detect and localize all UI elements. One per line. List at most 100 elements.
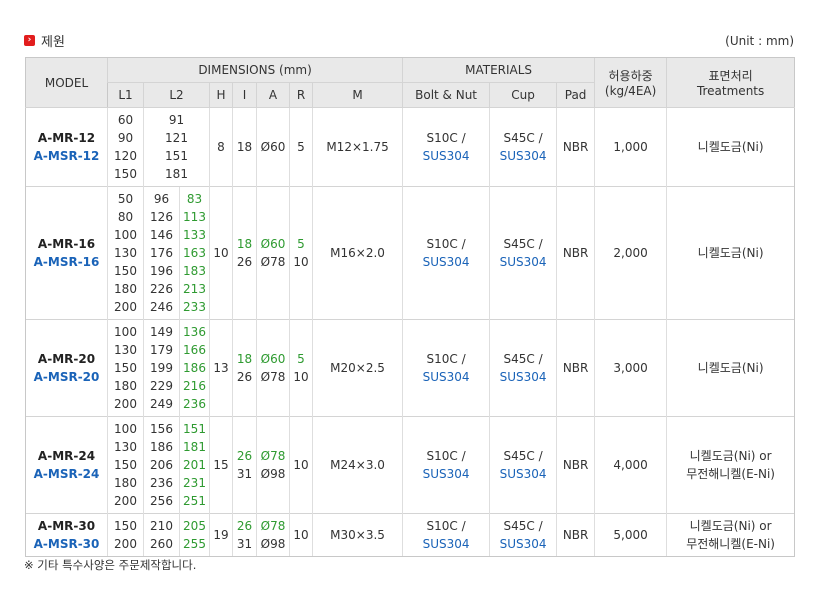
bolt-cell: S10C / SUS304 bbox=[402, 186, 490, 320]
a-value: Ø78 bbox=[260, 370, 286, 384]
l2-value: 186 bbox=[150, 440, 173, 454]
l2-alt-value: 233 bbox=[183, 300, 206, 314]
header-r: R bbox=[289, 82, 313, 108]
h-cell: 15 bbox=[209, 416, 233, 514]
l2-alt-value: 213 bbox=[183, 282, 206, 296]
header-m: M bbox=[311, 82, 403, 108]
header-dimensions: DIMENSIONS (mm) bbox=[106, 57, 403, 83]
l2-value: 256 bbox=[150, 494, 173, 508]
pad-cell: NBR bbox=[556, 319, 595, 417]
l1-value: 180 bbox=[114, 476, 137, 490]
cup-material: S45C / bbox=[503, 131, 543, 145]
pad-cell: NBR bbox=[556, 186, 595, 320]
table-row: A-MR-20 A-MSR-20 100 130 150 180 200 149 179 199 2… bbox=[25, 319, 796, 417]
treatment-cell: 니켈도금(Ni) or 무전해니켈(E-Ni) bbox=[666, 513, 796, 557]
table-row: A-MR-12 A-MSR-12 60 90 120 150 91 121 151 181 8 18 Ø… bbox=[25, 107, 796, 187]
treatment-line: 니켈도금(Ni) or bbox=[689, 449, 772, 463]
model-cell: A-MR-24 A-MSR-24 bbox=[25, 416, 108, 514]
bolt-material-sus: SUS304 bbox=[422, 255, 470, 269]
pad-cell: NBR bbox=[556, 416, 595, 514]
header-cup: Cup bbox=[489, 82, 557, 108]
bolt-cell: S10C / SUS304 bbox=[402, 416, 490, 514]
model-cell: A-MR-30 A-MSR-30 bbox=[25, 513, 108, 557]
load-cell: 4,000 bbox=[594, 416, 667, 514]
cup-material-sus: SUS304 bbox=[499, 537, 547, 551]
l2-value: 146 bbox=[150, 228, 173, 242]
header-i: I bbox=[232, 82, 257, 108]
l1-cell: 50 80 100 130 150 180 200 bbox=[107, 186, 144, 320]
i-value: 26 bbox=[236, 370, 253, 384]
a-cell: Ø60 Ø78 bbox=[256, 186, 290, 320]
section-title-text: 제원 bbox=[41, 35, 65, 50]
cup-cell: S45C / SUS304 bbox=[489, 186, 557, 320]
l2-alt-value: 255 bbox=[183, 537, 206, 551]
m-cell: M30×3.5 bbox=[311, 513, 403, 557]
bolt-material: S10C / bbox=[426, 519, 466, 533]
model-name: A-MR-12 bbox=[37, 131, 96, 145]
bolt-material-sus: SUS304 bbox=[422, 370, 470, 384]
l2-alt-value: 166 bbox=[183, 343, 206, 357]
a-value: Ø60 bbox=[260, 352, 286, 366]
cup-material-sus: SUS304 bbox=[499, 370, 547, 384]
model-name: A-MR-20 bbox=[37, 352, 96, 366]
l2-value: 196 bbox=[150, 264, 173, 278]
l2-cell: 149 179 199 229 249 bbox=[143, 319, 180, 417]
a-value: Ø78 bbox=[260, 519, 286, 533]
treatment-cell: 니켈도금(Ni) bbox=[666, 186, 796, 320]
a-cell: Ø78 Ø98 bbox=[256, 416, 290, 514]
model-name-sus: A-MSR-30 bbox=[33, 537, 100, 551]
header-pad: Pad bbox=[556, 82, 596, 108]
l2-value: 260 bbox=[150, 537, 173, 551]
treatment-line: 무전해니켈(E-Ni) bbox=[686, 467, 775, 481]
l2-value: 236 bbox=[150, 476, 173, 490]
l1-value: 100 bbox=[114, 228, 137, 242]
cup-cell: S45C / SUS304 bbox=[489, 416, 557, 514]
load-cell: 5,000 bbox=[594, 513, 667, 557]
header-model: MODEL bbox=[25, 57, 108, 108]
l1-cell: 100 130 150 180 200 bbox=[107, 416, 144, 514]
l1-value: 90 bbox=[117, 131, 134, 145]
a-value: Ø78 bbox=[260, 255, 286, 269]
header-load-line2: (kg/4EA) bbox=[604, 84, 657, 98]
r-cell: 5 10 bbox=[289, 319, 313, 417]
i-value: 26 bbox=[236, 519, 253, 533]
l1-value: 130 bbox=[114, 440, 137, 454]
l1-value: 180 bbox=[114, 282, 137, 296]
bolt-cell: S10C / SUS304 bbox=[402, 319, 490, 417]
treatment-cell: 니켈도금(Ni) bbox=[666, 107, 796, 187]
l1-value: 200 bbox=[114, 537, 137, 551]
l2-value: 181 bbox=[165, 167, 188, 181]
l2-value: 151 bbox=[165, 149, 188, 163]
cup-material: S45C / bbox=[503, 237, 543, 251]
bolt-material: S10C / bbox=[426, 237, 466, 251]
treatment-cell: 니켈도금(Ni) bbox=[666, 319, 796, 417]
bolt-cell: S10C / SUS304 bbox=[402, 107, 490, 187]
l1-value: 150 bbox=[114, 264, 137, 278]
h-cell: 10 bbox=[209, 186, 233, 320]
l2-alt-value: 186 bbox=[183, 361, 206, 375]
cup-material: S45C / bbox=[503, 449, 543, 463]
l1-cell: 100 130 150 180 200 bbox=[107, 319, 144, 417]
l1-value: 80 bbox=[117, 210, 134, 224]
l1-value: 50 bbox=[117, 192, 134, 206]
l2-alt-cell: 205 255 bbox=[179, 513, 210, 557]
l2-value: 246 bbox=[150, 300, 173, 314]
header-l1: L1 bbox=[107, 82, 144, 108]
l2-value: 156 bbox=[150, 422, 173, 436]
i-value: 31 bbox=[236, 467, 253, 481]
load-cell: 2,000 bbox=[594, 186, 667, 320]
m-cell: M16×2.0 bbox=[311, 186, 403, 320]
a-cell: Ø60 Ø78 bbox=[256, 319, 290, 417]
l1-value: 150 bbox=[114, 361, 137, 375]
header-treat-line2: Treatments bbox=[696, 84, 765, 98]
l2-value: 206 bbox=[150, 458, 173, 472]
l2-value: 199 bbox=[150, 361, 173, 375]
l2-value: 210 bbox=[150, 519, 173, 533]
i-cell: 18 26 bbox=[232, 319, 257, 417]
cup-cell: S45C / SUS304 bbox=[489, 319, 557, 417]
l1-value: 200 bbox=[114, 300, 137, 314]
l2-alt-value: 216 bbox=[183, 379, 206, 393]
load-cell: 3,000 bbox=[594, 319, 667, 417]
model-cell: A-MR-16 A-MSR-16 bbox=[25, 186, 108, 320]
i-value: 18 bbox=[236, 352, 253, 366]
